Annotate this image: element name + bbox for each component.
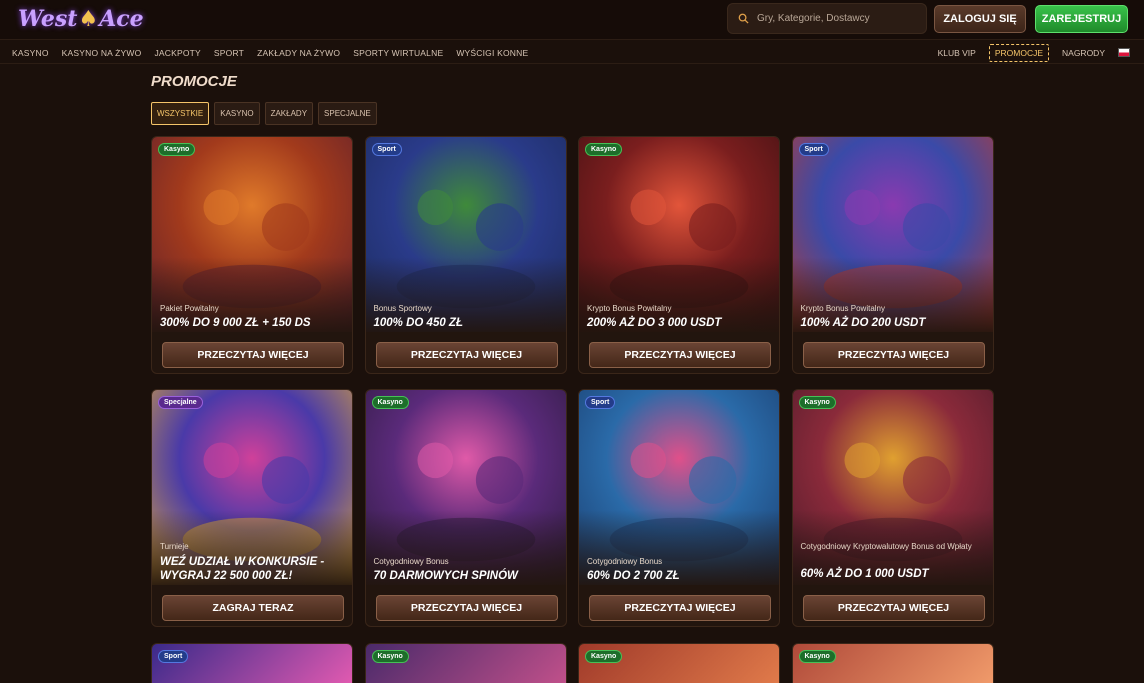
logo-text-left: West bbox=[18, 6, 78, 32]
filter-tabs: WSZYSTKIE KASYNO ZAKŁADY SPECJALNE bbox=[151, 102, 377, 125]
promo-headline: 100% DO 450 ZŁ bbox=[373, 317, 463, 329]
promo-card[interactable]: Sport Cotygodniowy Bonus 60% DO 2 700 ZŁ… bbox=[578, 389, 780, 627]
promo-headline: 200% AŻ DO 3 000 USDT bbox=[587, 317, 722, 329]
nav-item-3[interactable]: SPORT bbox=[214, 48, 244, 58]
promo-grid-partial-row: Sport Kasyno Kasyno Kasyno bbox=[151, 643, 994, 683]
promo-grid: Kasyno Pakiet Powitalny 300% DO 9 000 ZŁ… bbox=[151, 136, 994, 627]
filter-tab-all[interactable]: WSZYSTKIE bbox=[151, 102, 210, 125]
logo-spade-icon: ♠ bbox=[78, 6, 99, 32]
top-bar: West♠Ace ZALOGUJ SIĘ ZAREJESTRUJ bbox=[0, 0, 1144, 40]
promo-headline: 60% DO 2 700 ZŁ bbox=[587, 570, 680, 582]
promo-card[interactable]: Kasyno Cotygodniowy Bonus 70 DARMOWYCH S… bbox=[364, 389, 567, 627]
nav-item-klub-vip[interactable]: KLUB VIP bbox=[933, 45, 981, 61]
register-button[interactable]: ZAREJESTRUJ bbox=[1035, 5, 1128, 33]
category-badge: Kasyno bbox=[371, 396, 409, 409]
category-badge: Specjalne bbox=[158, 396, 203, 409]
promo-card-partial[interactable]: Kasyno bbox=[364, 643, 567, 683]
search-input[interactable] bbox=[757, 13, 917, 24]
category-badge: Sport bbox=[158, 650, 189, 663]
promo-cta-button[interactable]: PRZECZYTAJ WIĘCEJ bbox=[802, 342, 985, 368]
promo-card-partial[interactable]: Sport bbox=[151, 643, 353, 683]
promo-card-partial[interactable]: Kasyno bbox=[791, 643, 994, 683]
promo-headline: 70 DARMOWYCH SPINÓW bbox=[373, 570, 518, 582]
filter-tab-zaklady[interactable]: ZAKŁADY bbox=[264, 102, 314, 125]
promo-subtitle: Turnieje bbox=[160, 542, 189, 551]
category-badge: Kasyno bbox=[798, 396, 836, 409]
promo-cta-button[interactable]: PRZECZYTAJ WIĘCEJ bbox=[589, 342, 771, 368]
nav-item-5[interactable]: SPORTY WIRTUALNE bbox=[353, 48, 443, 58]
promo-subtitle: Cotygodniowy Bonus bbox=[373, 557, 449, 566]
promo-headline: 100% AŻ DO 200 USDT bbox=[800, 317, 926, 329]
promo-headline: WEŹ UDZIAŁ W KONKURSIE - WYGRAJ 22 500 0… bbox=[160, 556, 325, 582]
logo-text-right: Ace bbox=[99, 6, 144, 32]
page-title: PROMOCJE bbox=[151, 73, 237, 90]
promo-cta-button[interactable]: PRZECZYTAJ WIĘCEJ bbox=[375, 342, 558, 368]
promo-card[interactable]: Sport Krypto Bonus Powitalny 100% AŻ DO … bbox=[791, 136, 994, 374]
promo-subtitle: Krypto Bonus Powitalny bbox=[800, 304, 886, 313]
category-badge: Sport bbox=[371, 143, 402, 156]
login-button[interactable]: ZALOGUJ SIĘ bbox=[934, 5, 1026, 33]
filter-tab-specjalne[interactable]: SPECJALNE bbox=[318, 102, 377, 125]
promo-card[interactable]: Kasyno Cotygodniowy Kryptowalutowy Bonus… bbox=[791, 389, 994, 627]
search-box[interactable] bbox=[727, 3, 927, 34]
category-badge: Kasyno bbox=[371, 650, 409, 663]
search-icon bbox=[738, 13, 749, 24]
logo[interactable]: West ♠ Ace bbox=[18, 4, 144, 34]
category-badge: Sport bbox=[798, 143, 829, 156]
category-badge: Kasyno bbox=[158, 143, 196, 156]
nav-item-2[interactable]: JACKPOTY bbox=[154, 48, 200, 58]
promo-subtitle: Cotygodniowy Bonus bbox=[587, 557, 663, 566]
promo-card[interactable]: Kasyno Krypto Bonus Powitalny 200% AŻ DO… bbox=[578, 136, 780, 374]
promo-cta-button[interactable]: PRZECZYTAJ WIĘCEJ bbox=[802, 595, 985, 621]
promo-subtitle: Pakiet Powitalny bbox=[160, 304, 219, 313]
promo-card-partial[interactable]: Kasyno bbox=[578, 643, 780, 683]
nav-item-0[interactable]: KASYNO bbox=[12, 48, 49, 58]
main-nav: KASYNO KASYNO NA ŻYWO JACKPOTY SPORT ZAKŁADY… bbox=[0, 41, 1144, 64]
nav-item-nagrody[interactable]: NAGRODY bbox=[1057, 45, 1110, 61]
category-badge: Sport bbox=[585, 396, 616, 409]
category-badge: Kasyno bbox=[585, 143, 623, 156]
promo-card[interactable]: Kasyno Pakiet Powitalny 300% DO 9 000 ZŁ… bbox=[151, 136, 353, 374]
nav-item-1[interactable]: KASYNO NA ŻYWO bbox=[62, 48, 142, 58]
nav-item-6[interactable]: WYŚCIGI KONNE bbox=[456, 48, 528, 58]
promo-cta-button[interactable]: PRZECZYTAJ WIĘCEJ bbox=[162, 342, 344, 368]
filter-tab-kasyno[interactable]: KASYNO bbox=[214, 102, 260, 125]
promo-card[interactable]: Sport Bonus Sportowy 100% DO 450 ZŁ PRZE… bbox=[364, 136, 567, 374]
promo-subtitle: Bonus Sportowy bbox=[373, 304, 432, 313]
promo-cta-button[interactable]: ZAGRAJ TERAZ bbox=[162, 595, 344, 621]
language-flag-icon[interactable] bbox=[1118, 48, 1130, 57]
nav-right: KLUB VIP PROMOCJE NAGRODY bbox=[933, 41, 1130, 64]
promo-cta-button[interactable]: PRZECZYTAJ WIĘCEJ bbox=[589, 595, 771, 621]
category-badge: Kasyno bbox=[585, 650, 623, 663]
nav-left: KASYNO KASYNO NA ŻYWO JACKPOTY SPORT ZAKŁADY… bbox=[12, 41, 541, 64]
promo-card[interactable]: Specjalne Turnieje WEŹ UDZIAŁ W KONKURSI… bbox=[151, 389, 353, 627]
promo-cta-button[interactable]: PRZECZYTAJ WIĘCEJ bbox=[375, 595, 558, 621]
promo-subtitle: Cotygodniowy Kryptowalutowy Bonus od Wpł… bbox=[800, 542, 972, 551]
promo-headline: 300% DO 9 000 ZŁ + 150 DS bbox=[160, 317, 311, 329]
promo-headline: 60% AŻ DO 1 000 USDT bbox=[800, 568, 929, 580]
nav-item-4[interactable]: ZAKŁADY NA ŻYWO bbox=[257, 48, 340, 58]
category-badge: Kasyno bbox=[798, 650, 836, 663]
promo-subtitle: Krypto Bonus Powitalny bbox=[587, 304, 672, 313]
nav-item-promocje[interactable]: PROMOCJE bbox=[988, 43, 1050, 62]
